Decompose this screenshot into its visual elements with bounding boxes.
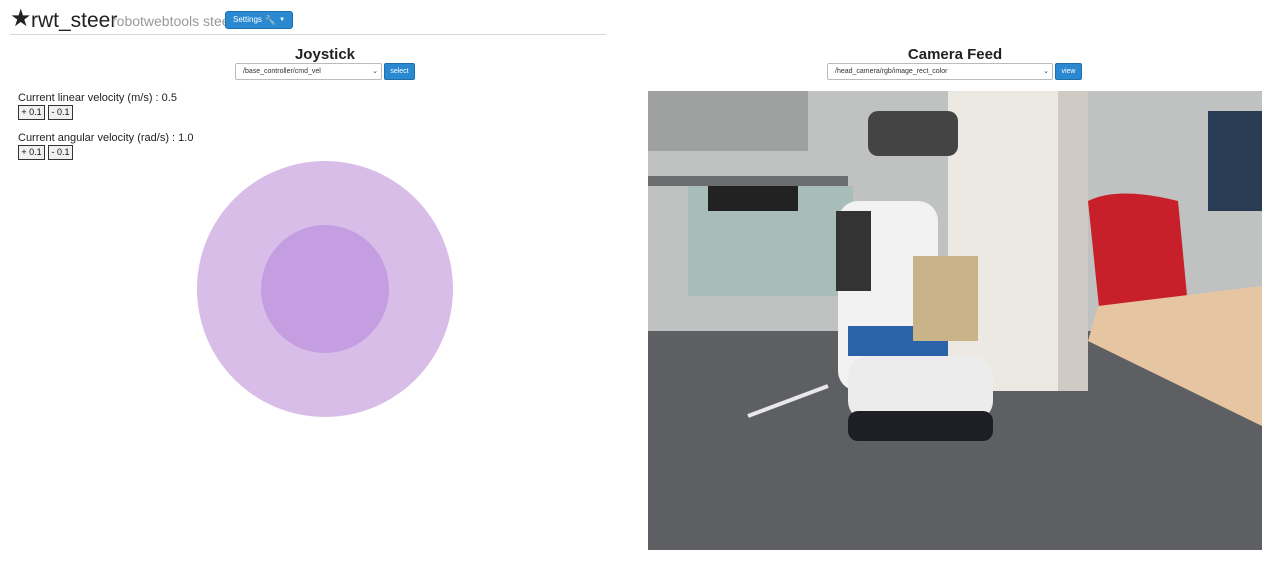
caret-down-icon: ▼ [279, 17, 286, 23]
joystick-title: Joystick [294, 46, 356, 63]
linear-plus-button[interactable]: + 0.1 [18, 105, 45, 120]
settings-button[interactable]: Settings 🔧 ▼ [225, 11, 294, 29]
star-icon: ★ [10, 5, 32, 32]
joystick-knob[interactable] [261, 225, 389, 353]
settings-label: Settings [233, 15, 262, 24]
chevron-down-icon: ⌄ [1043, 68, 1049, 75]
camera-title: Camera Feed [907, 46, 1003, 63]
angular-velocity-label: Current angular velocity (rad/s) : 1.0 [18, 132, 194, 144]
camera-topic-value: /head_camera/rgb/image_rect_color [835, 68, 948, 75]
wrench-icon: 🔧 [264, 15, 277, 25]
angular-minus-button[interactable]: - 0.1 [48, 145, 73, 160]
chevron-down-icon: ⌄ [372, 68, 378, 75]
camera-topic-select[interactable]: /head_camera/rgb/image_rect_color ⌄ [827, 63, 1053, 80]
camera-feed-image [648, 91, 1262, 550]
linear-minus-button[interactable]: - 0.1 [48, 105, 73, 120]
header-bar: ★ rwt_steer robotwebtools steer Settings… [10, 6, 606, 35]
view-button[interactable]: view [1055, 63, 1082, 80]
select-button[interactable]: select [384, 63, 415, 80]
app-title: rwt_steer [31, 9, 118, 32]
joystick-topic-value: /base_controller/cmd_vel [243, 68, 321, 75]
angular-plus-button[interactable]: + 0.1 [18, 145, 45, 160]
app-subtitle: robotwebtools steer [112, 13, 235, 29]
joystick-topic-select[interactable]: /base_controller/cmd_vel ⌄ [235, 63, 382, 80]
linear-velocity-label: Current linear velocity (m/s) : 0.5 [18, 92, 177, 104]
